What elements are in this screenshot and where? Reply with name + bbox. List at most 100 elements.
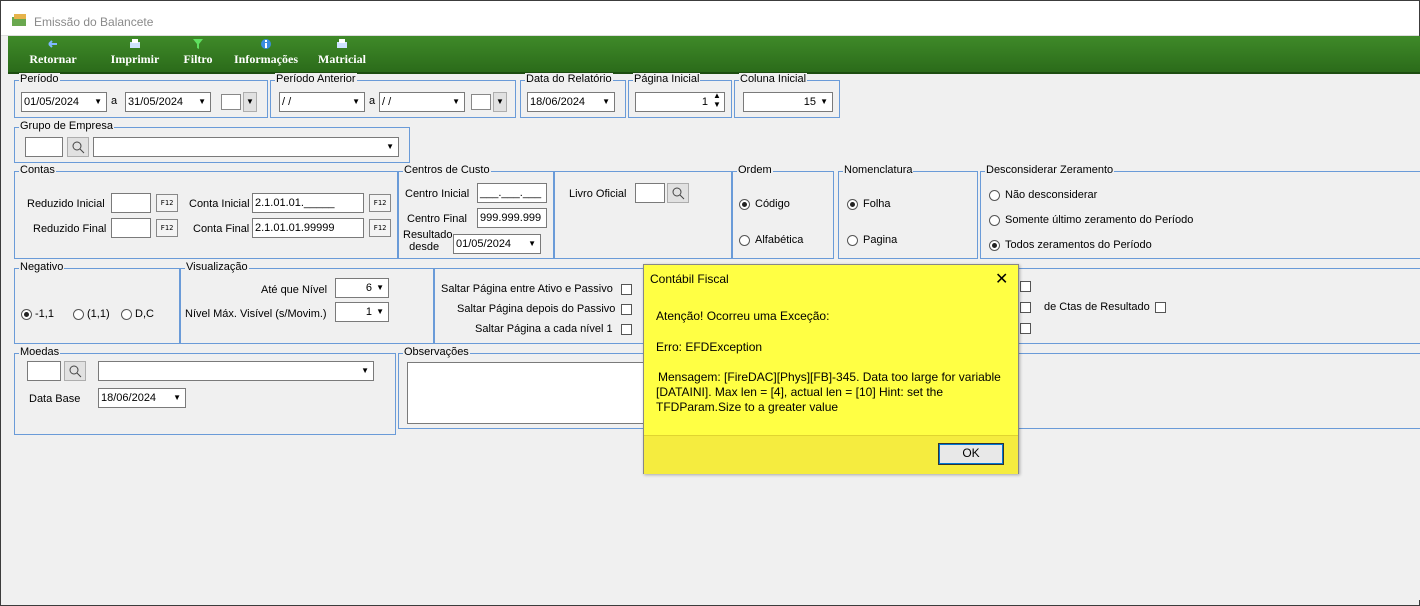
imprimir-button[interactable]: Imprimir <box>106 38 164 67</box>
spinner-arrows-icon[interactable]: ▲ ▼ <box>713 91 721 109</box>
saltar-opt3-label: Saltar Página a cada nível 1 <box>475 323 613 335</box>
retornar-button[interactable]: Retornar <box>28 38 78 67</box>
error-dialog: Contábil Fiscal ✕ Atenção! Ocorreu uma E… <box>643 264 1019 474</box>
periodo-sep: a <box>111 95 118 107</box>
dialog-title: Contábil Fiscal <box>650 272 729 286</box>
periodo-anterior-dropdown-button[interactable]: ▼ <box>493 92 507 112</box>
coluna-inicial-group: Coluna Inicial 15 <box>734 73 840 118</box>
moedas-group: Moedas Data Base 18/06/2024 <box>14 346 396 435</box>
f12-button[interactable]: F12 <box>156 194 178 212</box>
ctas-resultado-checkbox[interactable] <box>1155 302 1166 313</box>
ok-button[interactable]: OK <box>938 443 1004 465</box>
visualizacao-group: Visualização Até que Nível 6 Nível Máx. … <box>180 261 434 344</box>
reduzido-final-field[interactable] <box>111 218 151 238</box>
zeramento-opt1-radio[interactable] <box>989 190 1000 201</box>
matricial-label: Matricial <box>318 52 366 66</box>
informacoes-label: Informações <box>234 52 298 66</box>
grupo-empresa-name-select[interactable] <box>93 137 399 157</box>
filtro-label: Filtro <box>183 52 213 66</box>
zeramento-opt2-radio[interactable] <box>989 215 1000 226</box>
negativo-group: Negativo -1,1 (1,1) D,C <box>14 261 180 344</box>
ate-nivel-label: Até que Nível <box>261 284 328 296</box>
periodo-anterior-start-field[interactable]: / / <box>279 92 365 112</box>
data-relatorio-field[interactable]: 18/06/2024 <box>527 92 615 112</box>
resultado-desde-label: Resultado desde <box>403 229 453 253</box>
app-icon <box>12 14 26 26</box>
ordem-alfabetica-radio[interactable] <box>739 235 750 246</box>
moeda-name-select[interactable] <box>98 361 374 381</box>
visualizacao-label: Visualização <box>185 261 249 274</box>
centros-custo-label: Centros de Custo <box>403 164 491 177</box>
filtro-button[interactable]: Filtro <box>178 38 218 67</box>
periodo-dropdown-button[interactable]: ▼ <box>243 92 257 112</box>
saltar-opt2-checkbox[interactable] <box>621 304 632 315</box>
matrix-printer-icon <box>337 39 347 48</box>
ordem-codigo-radio[interactable] <box>739 199 750 210</box>
conta-inicial-field[interactable]: 2.1.01.01._____ <box>252 193 364 213</box>
nomenclatura-pagina-radio[interactable] <box>847 235 858 246</box>
zeramento-opt2-label: Somente último zeramento do Período <box>1005 214 1194 226</box>
data-relatorio-group: Data do Relatório 18/06/2024 <box>520 73 626 118</box>
calendar-icon[interactable] <box>221 94 241 110</box>
periodo-anterior-end-field[interactable]: / / <box>379 92 465 112</box>
grupo-empresa-code-field[interactable] <box>25 137 63 157</box>
search-button[interactable] <box>667 183 689 203</box>
observacoes-textarea[interactable] <box>407 362 667 424</box>
nivel-max-label: Nível Máx. Visível (s/Movim.) <box>185 308 327 320</box>
ate-nivel-select[interactable]: 6 <box>335 278 389 298</box>
negativo-opt1-radio[interactable] <box>21 309 32 320</box>
f12-button[interactable]: F12 <box>369 194 391 212</box>
data-base-field[interactable]: 18/06/2024 <box>98 388 186 408</box>
periodo-anterior-label: Período Anterior <box>275 73 357 86</box>
option-checkbox[interactable] <box>1020 302 1031 313</box>
search-button[interactable] <box>67 137 89 157</box>
conta-final-field[interactable]: 2.1.01.01.99999 <box>252 218 364 238</box>
centro-inicial-field[interactable]: ___.___.___ <box>477 183 547 203</box>
ctas-resultado-label: de Ctas de Resultado <box>1044 301 1150 313</box>
nomenclatura-folha-radio[interactable] <box>847 199 858 210</box>
search-icon <box>672 187 685 200</box>
f12-button[interactable]: F12 <box>369 219 391 237</box>
nomenclatura-pagina-label: Pagina <box>863 234 898 246</box>
option-checkbox[interactable] <box>1020 323 1031 334</box>
f12-button[interactable]: F12 <box>156 219 178 237</box>
nomenclatura-label: Nomenclatura <box>843 164 914 177</box>
nivel-max-select[interactable]: 1 <box>335 302 389 322</box>
option-checkbox[interactable] <box>1020 281 1031 292</box>
matricial-button[interactable]: Matricial <box>313 38 371 67</box>
nomenclatura-folha-label: Folha <box>863 198 891 210</box>
centros-custo-group: Centros de Custo Centro Inicial ___.___.… <box>398 164 554 259</box>
livro-oficial-field[interactable] <box>635 183 665 203</box>
zeramento-opt3-radio[interactable] <box>989 240 1000 251</box>
data-relatorio-label: Data do Relatório <box>525 73 613 86</box>
centro-final-field[interactable]: 999.999.999 <box>477 208 547 228</box>
pagina-inicial-spinner[interactable]: 1 <box>635 92 725 112</box>
zeramento-label: Desconsiderar Zeramento <box>985 164 1115 177</box>
periodo-start-field[interactable]: 01/05/2024 <box>21 92 107 112</box>
reduzido-inicial-field[interactable] <box>111 193 151 213</box>
saltar-opt3-checkbox[interactable] <box>621 324 632 335</box>
periodo-anterior-sep: a <box>369 95 376 107</box>
livro-oficial-label: Livro Oficial <box>569 188 627 200</box>
informacoes-button[interactable]: Informações <box>221 38 311 67</box>
coluna-inicial-field[interactable]: 15 <box>743 92 833 112</box>
saltar-opt1-checkbox[interactable] <box>621 284 632 295</box>
close-icon[interactable]: ✕ <box>995 269 1008 289</box>
calendar-icon[interactable] <box>471 94 491 110</box>
conta-inicial-label: Conta Inicial <box>189 198 250 210</box>
moeda-code-field[interactable] <box>27 361 61 381</box>
livro-oficial-group: Livro Oficial <box>554 171 732 259</box>
zeramento-group: Desconsiderar Zeramento Não desconsidera… <box>980 164 1420 259</box>
resultado-desde-field[interactable]: 01/05/2024 <box>453 234 541 254</box>
observacoes-label: Observações <box>403 346 470 359</box>
negativo-label: Negativo <box>19 261 65 274</box>
return-icon <box>48 40 57 48</box>
resultado-label-line2: desde <box>409 241 440 253</box>
negativo-opt2-radio[interactable] <box>73 309 84 320</box>
search-button[interactable] <box>64 361 86 381</box>
imprimir-label: Imprimir <box>110 52 160 66</box>
filter-icon <box>193 39 203 49</box>
pagina-inicial-label: Página Inicial <box>633 73 701 86</box>
negativo-opt3-radio[interactable] <box>121 309 132 320</box>
periodo-end-field[interactable]: 31/05/2024 <box>125 92 211 112</box>
